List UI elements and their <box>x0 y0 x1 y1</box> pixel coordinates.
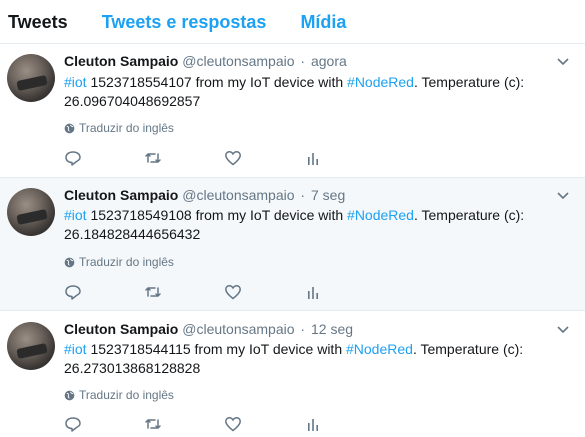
analytics-icon[interactable] <box>304 415 322 433</box>
globe-icon <box>64 257 75 267</box>
translate-label: Traduzir do inglês <box>79 255 174 269</box>
reply-icon[interactable] <box>64 415 82 433</box>
globe-icon <box>64 123 75 133</box>
author-handle[interactable]: @cleutonsampaio <box>182 321 294 337</box>
tab-tweets-and-replies[interactable]: Tweets e respostas <box>102 0 267 44</box>
tweet-text-part: 1523718549108 from my IoT device with <box>86 207 348 223</box>
tweet-header: Cleuton Sampaio @cleutonsampaio · 12 seg <box>64 320 353 338</box>
avatar[interactable] <box>7 322 55 370</box>
translate-link[interactable]: Traduzir do inglês <box>64 121 174 135</box>
reply-icon[interactable] <box>64 283 82 301</box>
tab-media[interactable]: Mídia <box>300 0 346 44</box>
tweet-item[interactable]: Cleuton Sampaio @cleutonsampaio · agora … <box>0 44 585 178</box>
tweet-text: #iot 1523718544115 from my IoT device wi… <box>64 340 569 378</box>
translate-label: Traduzir do inglês <box>79 388 174 402</box>
hashtag-link[interactable]: #iot <box>64 341 87 357</box>
author-name[interactable]: Cleuton Sampaio <box>64 321 178 337</box>
tweet-text: #iot 1523718549108 from my IoT device wi… <box>64 206 569 244</box>
tweet-item[interactable]: Cleuton Sampaio @cleutonsampaio · 7 seg … <box>0 178 585 311</box>
author-name[interactable]: Cleuton Sampaio <box>64 53 178 69</box>
author-handle[interactable]: @cleutonsampaio <box>182 187 294 203</box>
globe-icon <box>64 390 75 400</box>
translate-link[interactable]: Traduzir do inglês <box>64 388 174 402</box>
retweet-icon[interactable] <box>144 415 162 433</box>
hashtag-link[interactable]: #iot <box>64 207 87 223</box>
tweet-item[interactable]: Cleuton Sampaio @cleutonsampaio · 12 seg… <box>0 311 585 437</box>
separator: · <box>300 187 306 203</box>
hashtag-link[interactable]: #NodeRed <box>347 74 414 90</box>
separator: · <box>300 53 306 69</box>
translate-label: Traduzir do inglês <box>79 121 174 135</box>
author-handle[interactable]: @cleutonsampaio <box>182 53 294 69</box>
retweet-icon[interactable] <box>144 149 162 167</box>
reply-icon[interactable] <box>64 149 82 167</box>
chevron-down-icon[interactable] <box>555 53 571 69</box>
separator: · <box>300 321 306 337</box>
tweet-timestamp[interactable]: agora <box>311 53 347 69</box>
heart-icon[interactable] <box>224 149 242 167</box>
tweet-timestamp[interactable]: 7 seg <box>311 187 345 203</box>
tweet-text-part: 1523718554107 from my IoT device with <box>86 74 348 90</box>
tweet-timestamp[interactable]: 12 seg <box>311 321 353 337</box>
heart-icon[interactable] <box>224 283 242 301</box>
hashtag-link[interactable]: #NodeRed <box>346 341 413 357</box>
translate-link[interactable]: Traduzir do inglês <box>64 255 174 269</box>
profile-tabs: Tweets Tweets e respostas Mídia <box>0 0 585 44</box>
analytics-icon[interactable] <box>304 149 322 167</box>
tweet-actions <box>64 415 384 433</box>
hashtag-link[interactable]: #iot <box>64 74 87 90</box>
analytics-icon[interactable] <box>304 283 322 301</box>
author-name[interactable]: Cleuton Sampaio <box>64 187 178 203</box>
heart-icon[interactable] <box>224 415 242 433</box>
chevron-down-icon[interactable] <box>555 187 571 203</box>
avatar[interactable] <box>7 188 55 236</box>
tweet-text-part: 1523718544115 from my IoT device with <box>86 341 346 357</box>
tweet-actions <box>64 149 384 167</box>
tab-tweets[interactable]: Tweets <box>8 0 68 44</box>
retweet-icon[interactable] <box>144 283 162 301</box>
tweet-actions <box>64 283 384 301</box>
hashtag-link[interactable]: #NodeRed <box>347 207 414 223</box>
tweet-header: Cleuton Sampaio @cleutonsampaio · agora <box>64 52 347 70</box>
tweet-header: Cleuton Sampaio @cleutonsampaio · 7 seg <box>64 186 345 204</box>
chevron-down-icon[interactable] <box>555 321 571 337</box>
tweet-text: #iot 1523718554107 from my IoT device wi… <box>64 73 569 111</box>
avatar[interactable] <box>7 54 55 102</box>
